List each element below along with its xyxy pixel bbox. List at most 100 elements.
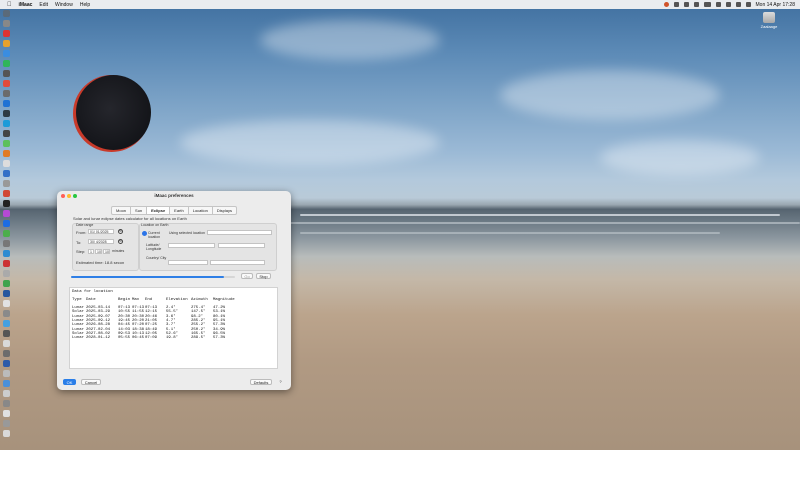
latitude-field[interactable] [168,243,215,248]
tab-location[interactable]: Location [188,206,213,215]
tab-eclipse[interactable]: Eclipse [147,206,171,215]
results-text-area[interactable]: Data for location Type Date Begin Max End Elev… [69,287,278,369]
dock-app-icon[interactable] [3,60,10,67]
dock-app-icon[interactable] [3,130,10,137]
dock-app-icon[interactable] [3,120,10,127]
results-title: Data for location [72,290,113,294]
dock-app-icon[interactable] [3,40,10,47]
minimize-button[interactable] [67,194,71,198]
to-date-field[interactable]: 30/ 4/2028 [88,239,114,244]
from-reset-icon[interactable]: ↻ [118,229,123,234]
dock-app-icon[interactable] [3,160,10,167]
dock-app-icon[interactable] [3,390,10,397]
dock-app-icon[interactable] [3,330,10,337]
close-button[interactable] [61,194,65,198]
dock-app-icon[interactable] [3,90,10,97]
from-date-field[interactable]: 01/ 01/2025 [88,229,114,234]
results-header-3: Max [132,298,140,302]
dock-app-icon[interactable] [3,430,10,437]
current-location-radio[interactable] [142,231,147,236]
battery-icon[interactable] [703,2,711,7]
dock-app-icon[interactable] [3,10,10,17]
dock-app-icon[interactable] [3,380,10,387]
dock-app-icon[interactable] [3,170,10,177]
ok-button[interactable]: OK [63,379,76,385]
step-hours-field[interactable]: 10 [95,249,102,254]
dock-app-icon[interactable] [3,150,10,157]
dock-app-icon[interactable] [3,320,10,327]
wifi-icon[interactable] [725,2,731,7]
description-text: Solar and lunar eclipse dates calculator… [73,216,187,221]
tab-earth[interactable]: Earth [170,206,189,215]
defaults-button[interactable]: Defaults [250,379,272,385]
dock-app-icon[interactable] [3,220,10,227]
dock-app-icon[interactable] [3,340,10,347]
location-group-label: Location on Earth [141,223,169,227]
city-select[interactable] [210,260,265,265]
dock-app-icon[interactable] [3,300,10,307]
dock-app-icon[interactable] [3,200,10,207]
go-button[interactable]: Go [241,273,253,279]
menu-edit[interactable]: Edit [39,2,48,8]
dock-app-icon[interactable] [3,20,10,27]
dock-app-icon[interactable] [3,240,10,247]
status-app-icon[interactable] [663,2,669,7]
step-days-field[interactable]: 1 [88,249,94,254]
results-header-6: Azimuth [191,298,208,302]
selected-location-field[interactable] [207,230,272,235]
menu-window[interactable]: Window [55,2,73,8]
dock-app-icon[interactable] [3,260,10,267]
dock-app-icon[interactable] [3,180,10,187]
zoom-button[interactable] [73,194,77,198]
dock-app-icon[interactable] [3,50,10,57]
status-icon-1[interactable] [673,2,679,7]
dock-app-icon[interactable] [3,210,10,217]
dock-app-icon[interactable] [3,110,10,117]
menu-app-name[interactable]: iMaac [19,2,33,8]
status-icon-2[interactable] [683,2,689,7]
dock-app-icon[interactable] [3,270,10,277]
bluetooth-icon[interactable] [715,2,721,7]
dock-app-icon[interactable] [3,230,10,237]
disk-icon [763,12,775,23]
tab-moon[interactable]: Moon [111,206,132,215]
longitude-field[interactable] [218,243,265,248]
dock-app-icon[interactable] [3,140,10,147]
menu-clock[interactable]: Mon 14 Apr 17:28 [756,2,795,8]
date-range-label: Date range [76,223,94,227]
help-button[interactable]: ? [277,379,284,385]
dock-app-icon[interactable] [3,190,10,197]
cancel-button[interactable]: Cancel [81,379,101,385]
dock-app-icon[interactable] [3,310,10,317]
desktop-drive-icon[interactable]: Zaalaage [760,12,778,32]
tab-displays[interactable]: Displays [212,206,237,215]
control-center-icon[interactable] [745,2,751,7]
results-header-row: Type Date Begin Max End Elevation Azimuth Magni… [72,298,272,302]
dock-app-icon[interactable] [3,80,10,87]
dock-app-icon[interactable] [3,400,10,407]
dock-app-icon[interactable] [3,410,10,417]
results-header-1: Date [86,298,96,302]
search-icon[interactable] [735,2,741,7]
dock-app-icon[interactable] [3,290,10,297]
dock-app-icon[interactable] [3,250,10,257]
window-titlebar[interactable]: iMaac preferences [57,191,291,200]
to-reset-icon[interactable]: ↻ [118,239,123,244]
progress-track [71,276,235,278]
dock-app-icon[interactable] [3,360,10,367]
step-minutes-field[interactable]: 10 [103,249,110,254]
results-header-4: End [145,298,153,302]
dock-app-icon[interactable] [3,280,10,287]
dock-app-icon[interactable] [3,370,10,377]
volume-icon[interactable] [693,2,699,7]
dock-app-icon[interactable] [3,420,10,427]
stop-button[interactable]: Stop [256,273,271,279]
dock-app-icon[interactable] [3,350,10,357]
tab-sun[interactable]: Sun [131,206,148,215]
dock-app-icon[interactable] [3,100,10,107]
apple-icon[interactable]:  [7,2,12,8]
country-select[interactable] [168,260,208,265]
dock-app-icon[interactable] [3,70,10,77]
menu-help[interactable]: Help [80,2,90,8]
dock-app-icon[interactable] [3,30,10,37]
